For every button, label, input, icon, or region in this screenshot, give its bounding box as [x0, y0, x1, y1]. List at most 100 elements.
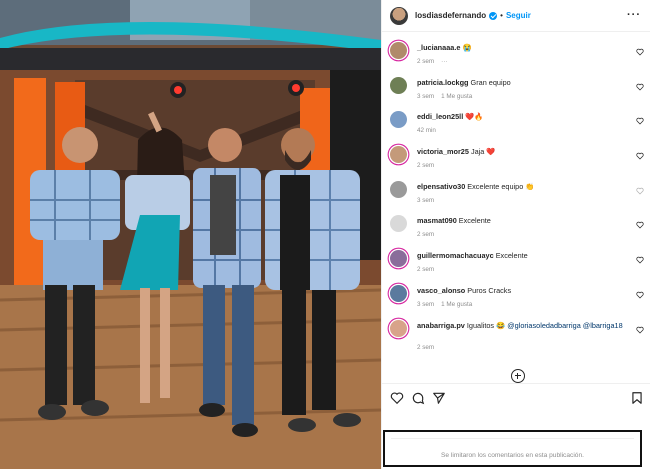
comment-avatar[interactable]: [390, 111, 407, 129]
comment-meta: 3 sem 1 Me gusta: [417, 93, 479, 100]
comment-body: eddi_leon25ll ❤️🔥: [417, 112, 627, 122]
header-separator: •: [500, 11, 503, 20]
comment-avatar[interactable]: [390, 76, 407, 94]
comment-item: patricia.lockgg Gran equipo 3 sem 1 Me gus…: [382, 73, 650, 108]
comment-like-heart-icon[interactable]: [636, 117, 644, 125]
comment-username[interactable]: patricia.lockgg: [417, 78, 469, 87]
comment-icon[interactable]: [411, 391, 425, 405]
comment-time: 3 sem: [417, 92, 435, 100]
comment-item: victoria_mor25 Jaja ❤️ 2 sem: [382, 142, 650, 177]
comments-list: _lucianaaa.e 😭 2 sem ··· patricia.lockgg Gr…: [382, 38, 650, 358]
comment-body: guillermomachacuayc Excelente: [417, 251, 627, 261]
comment-emoji: 👏: [525, 181, 535, 191]
studio-photo-illustration: [0, 0, 381, 469]
comment-meta: 3 sem 1 Me gusta: [417, 301, 479, 308]
comment-like-heart-icon[interactable]: [636, 291, 644, 299]
comment-time: 42 min: [417, 127, 436, 135]
instagram-post-view: losdiasdefernando • Seguir ··· _lucianaa…: [0, 0, 650, 469]
comments-limited-notice: Se limitaron los comentarios en esta pub…: [383, 430, 642, 467]
comment-time: 2 sem: [417, 266, 435, 274]
comment-username[interactable]: masmat090: [417, 216, 457, 225]
comment-item: anabarriga.pv Igualitos 😂 @gloriasoledad…: [382, 316, 650, 358]
comment-item: masmat090 Excelente 2 sem: [382, 211, 650, 246]
bookmark-icon[interactable]: [630, 391, 644, 405]
comment-item: guillermomachacuayc Excelente 2 sem: [382, 246, 650, 281]
comment-body: elpensativo30 Excelente equipo 👏: [417, 182, 627, 192]
comment-like-heart-icon[interactable]: [636, 221, 644, 229]
comment-username[interactable]: elpensativo30: [417, 182, 465, 191]
paper-plane-icon[interactable]: [432, 391, 446, 405]
comment-time: 2 sem: [417, 231, 435, 239]
comment-emoji: ❤️: [486, 147, 496, 157]
comment-body: victoria_mor25 Jaja ❤️: [417, 147, 627, 157]
comment-meta: 2 sem ···: [417, 58, 454, 65]
comment-meta: 3 sem: [417, 197, 441, 204]
comment-like-heart-icon[interactable]: [636, 326, 644, 334]
comments-limited-text: Se limitaron los comentarios en esta pub…: [441, 452, 584, 459]
comment-time: 3 sem: [417, 196, 435, 204]
comment-meta: 2 sem: [417, 344, 441, 351]
heart-icon[interactable]: [390, 391, 404, 405]
comment-item: elpensativo30 Excelente equipo 👏 3 sem: [382, 177, 650, 212]
comment-username[interactable]: vasco_alonso: [417, 286, 465, 295]
comment-meta: 2 sem: [417, 266, 441, 273]
comment-likes[interactable]: 1 Me gusta: [441, 93, 472, 100]
comment-text: Puros Cracks: [467, 285, 512, 295]
comment-emoji: ❤️🔥: [465, 112, 484, 122]
comment-username[interactable]: _lucianaaa.e: [417, 43, 460, 52]
follow-button[interactable]: Seguir: [506, 11, 531, 20]
comment-username[interactable]: eddi_leon25ll: [417, 112, 463, 121]
comment-avatar[interactable]: [390, 180, 407, 198]
comment-body: anabarriga.pv Igualitos 😂 @gloriasoledad…: [417, 321, 627, 331]
comment-text: Gran equipo: [470, 77, 511, 87]
comment-avatar[interactable]: [390, 319, 407, 337]
post-header: losdiasdefernando • Seguir ···: [382, 0, 650, 32]
comment-like-heart-icon[interactable]: [636, 152, 644, 160]
comment-username[interactable]: anabarriga.pv: [417, 321, 465, 330]
comment-avatar[interactable]: [390, 146, 407, 164]
comment-meta: 2 sem: [417, 162, 441, 169]
comment-avatar[interactable]: [390, 250, 407, 268]
comment-item: vasco_alonso Puros Cracks 3 sem 1 Me gusta: [382, 281, 650, 316]
comment-body: _lucianaaa.e 😭: [417, 43, 627, 53]
comment-time: 2 sem: [417, 343, 435, 351]
comment-meta: 42 min: [417, 127, 443, 134]
author-username[interactable]: losdiasdefernando: [415, 11, 486, 20]
comment-body: masmat090 Excelente: [417, 216, 627, 226]
comment-mentions[interactable]: @gloriasoledadbarriga @lbarriga18: [507, 321, 622, 330]
comment-time: 2 sem: [417, 162, 435, 170]
comment-like-heart-icon[interactable]: [636, 256, 644, 264]
post-actions-bar: [382, 383, 650, 413]
comment-like-heart-icon[interactable]: [636, 83, 644, 91]
comment-avatar[interactable]: [390, 284, 407, 302]
comment-text: Jaja: [470, 147, 485, 157]
comment-avatar[interactable]: [390, 42, 407, 59]
comment-emoji: 😂: [496, 320, 506, 330]
comment-like-heart-icon[interactable]: [636, 48, 644, 56]
comment-username[interactable]: guillermomachacuayc: [417, 251, 494, 260]
comment-meta: 2 sem: [417, 231, 441, 238]
verified-badge-icon: [489, 11, 498, 20]
post-side-panel: losdiasdefernando • Seguir ··· _lucianaa…: [381, 0, 650, 469]
comment-time: 2 sem: [417, 58, 435, 65]
comment-username[interactable]: victoria_mor25: [417, 147, 469, 156]
notice-divider: [391, 438, 634, 439]
comment-time: 3 sem: [417, 300, 435, 308]
comment-likes[interactable]: 1 Me gusta: [441, 301, 472, 308]
comment-avatar[interactable]: [390, 215, 407, 233]
comment-text: Excelente: [495, 251, 528, 261]
comment-body: vasco_alonso Puros Cracks: [417, 286, 627, 296]
post-photo[interactable]: [0, 0, 381, 469]
author-avatar[interactable]: [390, 6, 408, 25]
comment-more-icon[interactable]: ···: [441, 58, 447, 65]
comment-like-heart-icon[interactable]: [636, 187, 644, 195]
comment-body: patricia.lockgg Gran equipo: [417, 78, 627, 88]
comment-emoji: 😭: [462, 43, 472, 52]
more-options-icon[interactable]: ···: [627, 9, 641, 21]
plus-circle-icon[interactable]: [511, 369, 525, 383]
comment-text: Excelente equipo: [467, 181, 524, 191]
comment-item: eddi_leon25ll ❤️🔥 42 min: [382, 107, 650, 142]
comment-text: Igualitos: [466, 320, 495, 330]
comment-text: Excelente: [458, 216, 491, 226]
comment-item: _lucianaaa.e 😭 2 sem ···: [382, 38, 650, 73]
